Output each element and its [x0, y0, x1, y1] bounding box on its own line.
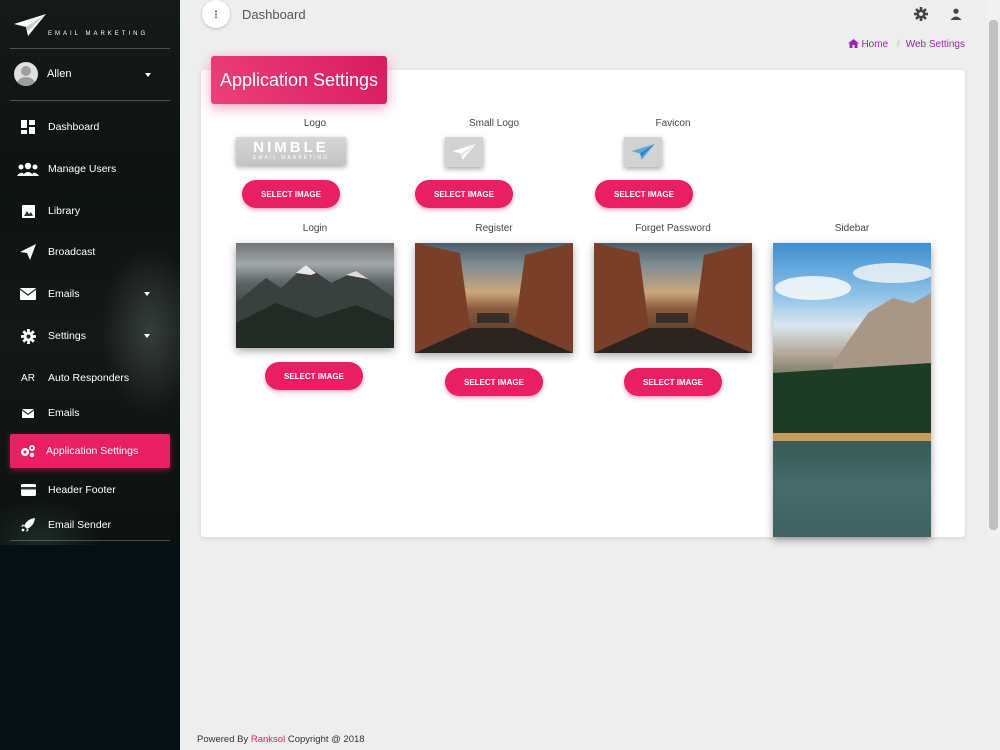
- chevron-down-icon: [144, 292, 150, 296]
- small-logo-preview: [445, 137, 483, 167]
- sidebar-item-label: Header Footer: [48, 484, 116, 496]
- user-name: Allen: [47, 68, 72, 80]
- sidebar-item-emails-settings[interactable]: Emails: [10, 396, 170, 430]
- dashboard-icon: [20, 119, 36, 135]
- send-icon: [20, 244, 36, 260]
- sidebar-item-emails[interactable]: Emails: [10, 277, 170, 311]
- gears-icon: [20, 443, 36, 459]
- scrollbar[interactable]: [987, 0, 1000, 537]
- paper-plane-icon: [452, 144, 476, 160]
- sidebar-item-label: Broadcast: [48, 246, 96, 258]
- select-forget-password-image-button[interactable]: SELECT IMAGE: [624, 368, 722, 396]
- register-image-preview: [415, 243, 573, 353]
- scrollbar-thumb[interactable]: [989, 20, 998, 530]
- register-label: Register: [475, 223, 513, 234]
- profile-button[interactable]: [948, 6, 964, 22]
- sidebar-item-label: Emails: [48, 288, 80, 300]
- users-icon: [17, 161, 39, 177]
- forget-password-image-preview: [594, 243, 752, 353]
- chevron-down-icon: [145, 73, 151, 77]
- auto-responders-abbrev: AR: [21, 372, 35, 384]
- sidebar-background-bottom: [0, 545, 180, 750]
- favicon-label: Favicon: [655, 118, 691, 129]
- sidebar-item-header-footer[interactable]: Header Footer: [10, 473, 170, 507]
- sidebar-item-library[interactable]: Library: [10, 194, 170, 228]
- sidebar-item-auto-responders[interactable]: AR Auto Responders: [10, 361, 170, 395]
- user-menu[interactable]: Allen: [14, 62, 164, 86]
- card-title: Application Settings: [211, 56, 387, 104]
- select-favicon-button[interactable]: SELECT IMAGE: [595, 180, 693, 208]
- select-register-image-button[interactable]: SELECT IMAGE: [445, 368, 543, 396]
- chevron-down-icon: [144, 334, 150, 338]
- select-small-logo-button[interactable]: SELECT IMAGE: [415, 180, 513, 208]
- logo-subtext: EMAIL MARKETING: [253, 155, 329, 161]
- breadcrumb-home[interactable]: Home: [847, 39, 891, 50]
- sidebar-item-label: Dashboard: [48, 121, 100, 133]
- paper-plane-icon: [631, 144, 655, 160]
- sidebar-item-manage-users[interactable]: Manage Users: [10, 152, 170, 186]
- avatar: [14, 62, 38, 86]
- gear-icon: [20, 328, 36, 344]
- sidebar-divider: [10, 48, 170, 49]
- more-vertical-icon: [215, 10, 217, 18]
- forget-password-label: Forget Password: [635, 223, 711, 234]
- mail-icon: [20, 405, 36, 421]
- person-icon: [950, 8, 962, 20]
- sidebar-divider: [10, 540, 170, 541]
- brand-logo[interactable]: EMAIL MARKETING: [14, 14, 174, 42]
- brand-name: EMAIL MARKETING: [48, 31, 149, 37]
- sidebar-item-settings[interactable]: Settings: [10, 319, 170, 353]
- sidebar: EMAIL MARKETING Allen Dashboard Manage U…: [0, 0, 180, 750]
- credit-card-icon: [20, 482, 36, 498]
- gear-icon: [914, 7, 928, 21]
- sidebar-item-application-settings[interactable]: Application Settings: [10, 434, 170, 468]
- rocket-icon: [20, 517, 36, 533]
- sidebar-toggle-button[interactable]: [202, 0, 230, 28]
- page-title: Dashboard: [242, 7, 306, 22]
- login-label: Login: [302, 223, 328, 234]
- sidebar-image-label: Sidebar: [834, 223, 870, 234]
- sidebar-divider: [10, 100, 170, 101]
- sidebar-item-label: Manage Users: [48, 163, 117, 175]
- sidebar-item-dashboard[interactable]: Dashboard: [10, 110, 170, 144]
- sidebar-item-label: Library: [48, 205, 81, 217]
- footer-brand-link[interactable]: Ranksol: [251, 734, 285, 745]
- image-icon: [20, 203, 36, 219]
- logo-preview: NIMBLE EMAIL MARKETING: [236, 137, 346, 165]
- logo-label: Logo: [303, 118, 327, 129]
- breadcrumb-separator: /: [896, 39, 900, 50]
- breadcrumb-current: Web Settings: [905, 39, 965, 50]
- favicon-preview: [624, 137, 662, 167]
- home-icon: [847, 39, 859, 48]
- mail-icon: [20, 286, 36, 302]
- footer-prefix: Powered By: [197, 734, 249, 745]
- sidebar-item-label: Application Settings: [46, 445, 139, 457]
- select-login-image-button[interactable]: SELECT IMAGE: [265, 362, 363, 390]
- sidebar-item-label: Email Sender: [48, 519, 112, 531]
- login-image-preview: [236, 243, 394, 348]
- logo-text: NIMBLE: [253, 139, 329, 156]
- sidebar-image-preview: [773, 243, 931, 537]
- breadcrumb: Home / Web Settings: [847, 39, 965, 50]
- settings-button[interactable]: [913, 6, 929, 22]
- sidebar-item-email-sender[interactable]: Email Sender: [10, 508, 170, 542]
- footer-copyright: Copyright @ 2018: [287, 734, 365, 745]
- sidebar-item-label: Settings: [48, 330, 86, 342]
- sidebar-item-label: Emails: [48, 407, 80, 419]
- sidebar-item-label: Auto Responders: [48, 372, 130, 384]
- paper-plane-logo-icon: [14, 14, 46, 36]
- sidebar-item-broadcast[interactable]: Broadcast: [10, 235, 170, 269]
- footer: Powered By Ranksol Copyright @ 2018: [197, 734, 365, 745]
- select-logo-button[interactable]: SELECT IMAGE: [242, 180, 340, 208]
- small-logo-label: Small Logo: [468, 118, 520, 129]
